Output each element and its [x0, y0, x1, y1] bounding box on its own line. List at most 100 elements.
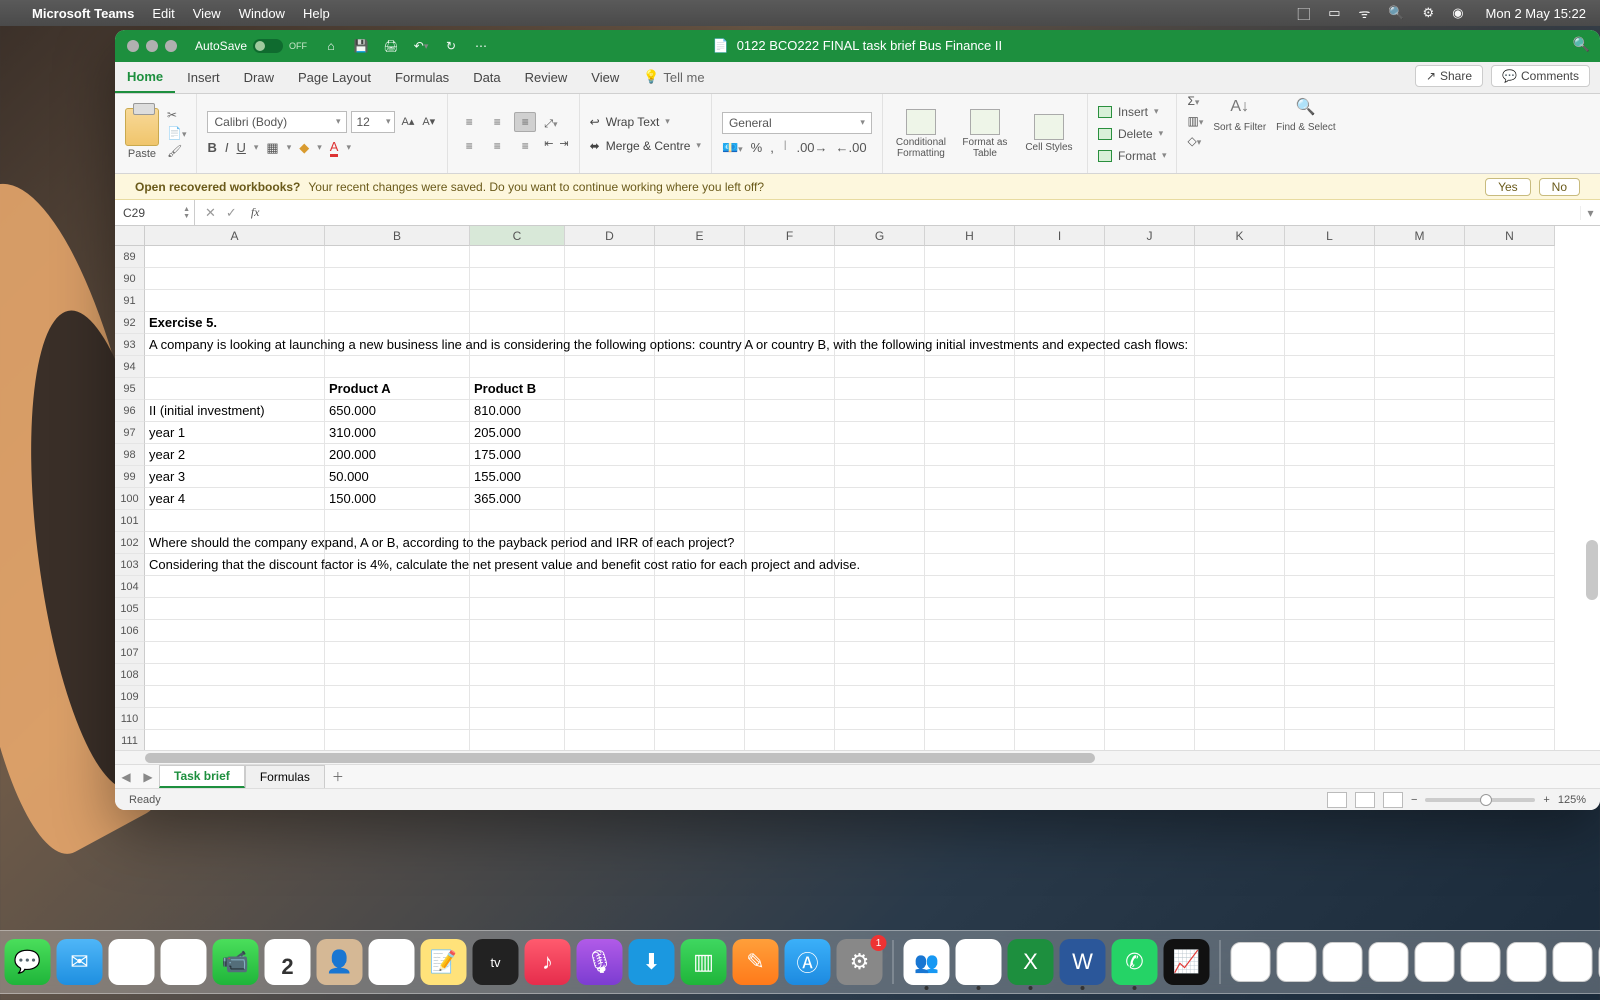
percent-icon[interactable]: % [751, 140, 763, 156]
msgbar-yes-button[interactable]: Yes [1485, 178, 1531, 196]
cell-H91[interactable] [925, 290, 1015, 312]
align-center-icon[interactable]: ≡ [486, 136, 508, 156]
cell-D89[interactable] [565, 246, 655, 268]
cell-A103[interactable]: Considering that the discount factor is … [145, 554, 325, 576]
col-header-L[interactable]: L [1285, 226, 1375, 246]
align-right-icon[interactable]: ≡ [514, 136, 536, 156]
tab-data[interactable]: Data [461, 61, 512, 93]
cell-A105[interactable] [145, 598, 325, 620]
cell-D108[interactable] [565, 664, 655, 686]
dock-messages-icon[interactable]: 💬 [5, 939, 51, 985]
cell-C96[interactable]: 810.000 [470, 400, 565, 422]
cell-B105[interactable] [325, 598, 470, 620]
align-bottom-icon[interactable]: ≡ [514, 112, 536, 132]
cell-E104[interactable] [655, 576, 745, 598]
share-button[interactable]: ↗Share [1415, 65, 1483, 87]
format-painter-icon[interactable]: 🖌 [167, 144, 186, 158]
cell-N95[interactable] [1465, 378, 1555, 400]
cell-M97[interactable] [1375, 422, 1465, 444]
cell-H108[interactable] [925, 664, 1015, 686]
menubar-item-help[interactable]: Help [303, 6, 330, 21]
cell-E101[interactable] [655, 510, 745, 532]
cell-F110[interactable] [745, 708, 835, 730]
cell-B96[interactable]: 650.000 [325, 400, 470, 422]
cell-F108[interactable] [745, 664, 835, 686]
close-window-button[interactable] [127, 40, 139, 52]
window-search-icon[interactable]: 🔍 [1573, 36, 1590, 53]
wrap-text-button[interactable]: ↩Wrap Text▾ [590, 110, 701, 134]
cell-L101[interactable] [1285, 510, 1375, 532]
col-header-N[interactable]: N [1465, 226, 1555, 246]
cell-G101[interactable] [835, 510, 925, 532]
cell-E110[interactable] [655, 708, 745, 730]
dock-mail-icon[interactable]: ✉ [57, 939, 103, 985]
col-header-J[interactable]: J [1105, 226, 1195, 246]
cell-A90[interactable] [145, 268, 325, 290]
cell-G107[interactable] [835, 642, 925, 664]
dock-notes-icon[interactable]: 📝 [421, 939, 467, 985]
cell-D111[interactable] [565, 730, 655, 750]
tell-me-search[interactable]: 💡 Tell me [631, 61, 716, 93]
cell-J111[interactable] [1105, 730, 1195, 750]
dock-photos-icon[interactable]: ✿ [161, 939, 207, 985]
more-qat-icon[interactable]: ⋯ [471, 36, 491, 56]
fill-icon[interactable]: ▥▾ [1187, 114, 1203, 128]
dock-word-icon[interactable]: W [1060, 939, 1106, 985]
align-top-icon[interactable]: ≡ [458, 112, 480, 132]
cell-L94[interactable] [1285, 356, 1375, 378]
tab-draw[interactable]: Draw [232, 61, 286, 93]
col-header-F[interactable]: F [745, 226, 835, 246]
cell-E105[interactable] [655, 598, 745, 620]
cell-M93[interactable] [1375, 334, 1465, 356]
cell-I98[interactable] [1015, 444, 1105, 466]
cell-A110[interactable] [145, 708, 325, 730]
cell-K108[interactable] [1195, 664, 1285, 686]
cell-I99[interactable] [1015, 466, 1105, 488]
cell-J104[interactable] [1105, 576, 1195, 598]
control-center-icon[interactable]: ⚙ [1423, 5, 1435, 21]
cell-K99[interactable] [1195, 466, 1285, 488]
cell-N96[interactable] [1465, 400, 1555, 422]
cell-C90[interactable] [470, 268, 565, 290]
menubar-datetime[interactable]: Mon 2 May 15:22 [1486, 6, 1586, 21]
paste-icon[interactable] [125, 108, 159, 146]
zoom-slider[interactable] [1425, 798, 1535, 802]
decrease-decimal-icon[interactable]: ←.00 [836, 140, 867, 156]
row-header-111[interactable]: 111 [115, 730, 145, 750]
dock-contacts-icon[interactable]: 👤 [317, 939, 363, 985]
cell-I89[interactable] [1015, 246, 1105, 268]
autosave-toggle[interactable]: AutoSave OFF [195, 39, 307, 53]
cut-icon[interactable]: ✂ [167, 108, 186, 122]
col-header-C[interactable]: C [470, 226, 565, 246]
sheet-tab-task-brief[interactable]: Task brief [159, 765, 245, 788]
orientation-icon[interactable]: ⤢▾ [544, 118, 568, 131]
cell-C107[interactable] [470, 642, 565, 664]
cell-A100[interactable]: year 4 [145, 488, 325, 510]
row-header-89[interactable]: 89 [115, 246, 145, 268]
cell-L102[interactable] [1285, 532, 1375, 554]
cell-J108[interactable] [1105, 664, 1195, 686]
cell-C101[interactable] [470, 510, 565, 532]
menubar-item-edit[interactable]: Edit [152, 6, 174, 21]
cell-K111[interactable] [1195, 730, 1285, 750]
cell-E109[interactable] [655, 686, 745, 708]
cell-F96[interactable] [745, 400, 835, 422]
cell-F100[interactable] [745, 488, 835, 510]
cell-N92[interactable] [1465, 312, 1555, 334]
cell-G94[interactable] [835, 356, 925, 378]
sheet-tab-formulas[interactable]: Formulas [245, 765, 325, 788]
redo-qat-icon[interactable]: ↻ [441, 36, 461, 56]
conditional-formatting-button[interactable]: Conditional Formatting [893, 109, 949, 159]
cell-N90[interactable] [1465, 268, 1555, 290]
cell-H105[interactable] [925, 598, 1015, 620]
cell-K94[interactable] [1195, 356, 1285, 378]
cell-J97[interactable] [1105, 422, 1195, 444]
cell-G100[interactable] [835, 488, 925, 510]
page-break-view-icon[interactable] [1383, 792, 1403, 808]
cell-C98[interactable]: 175.000 [470, 444, 565, 466]
cell-G102[interactable] [835, 532, 925, 554]
cell-H97[interactable] [925, 422, 1015, 444]
cell-B106[interactable] [325, 620, 470, 642]
row-header-108[interactable]: 108 [115, 664, 145, 686]
cell-G99[interactable] [835, 466, 925, 488]
